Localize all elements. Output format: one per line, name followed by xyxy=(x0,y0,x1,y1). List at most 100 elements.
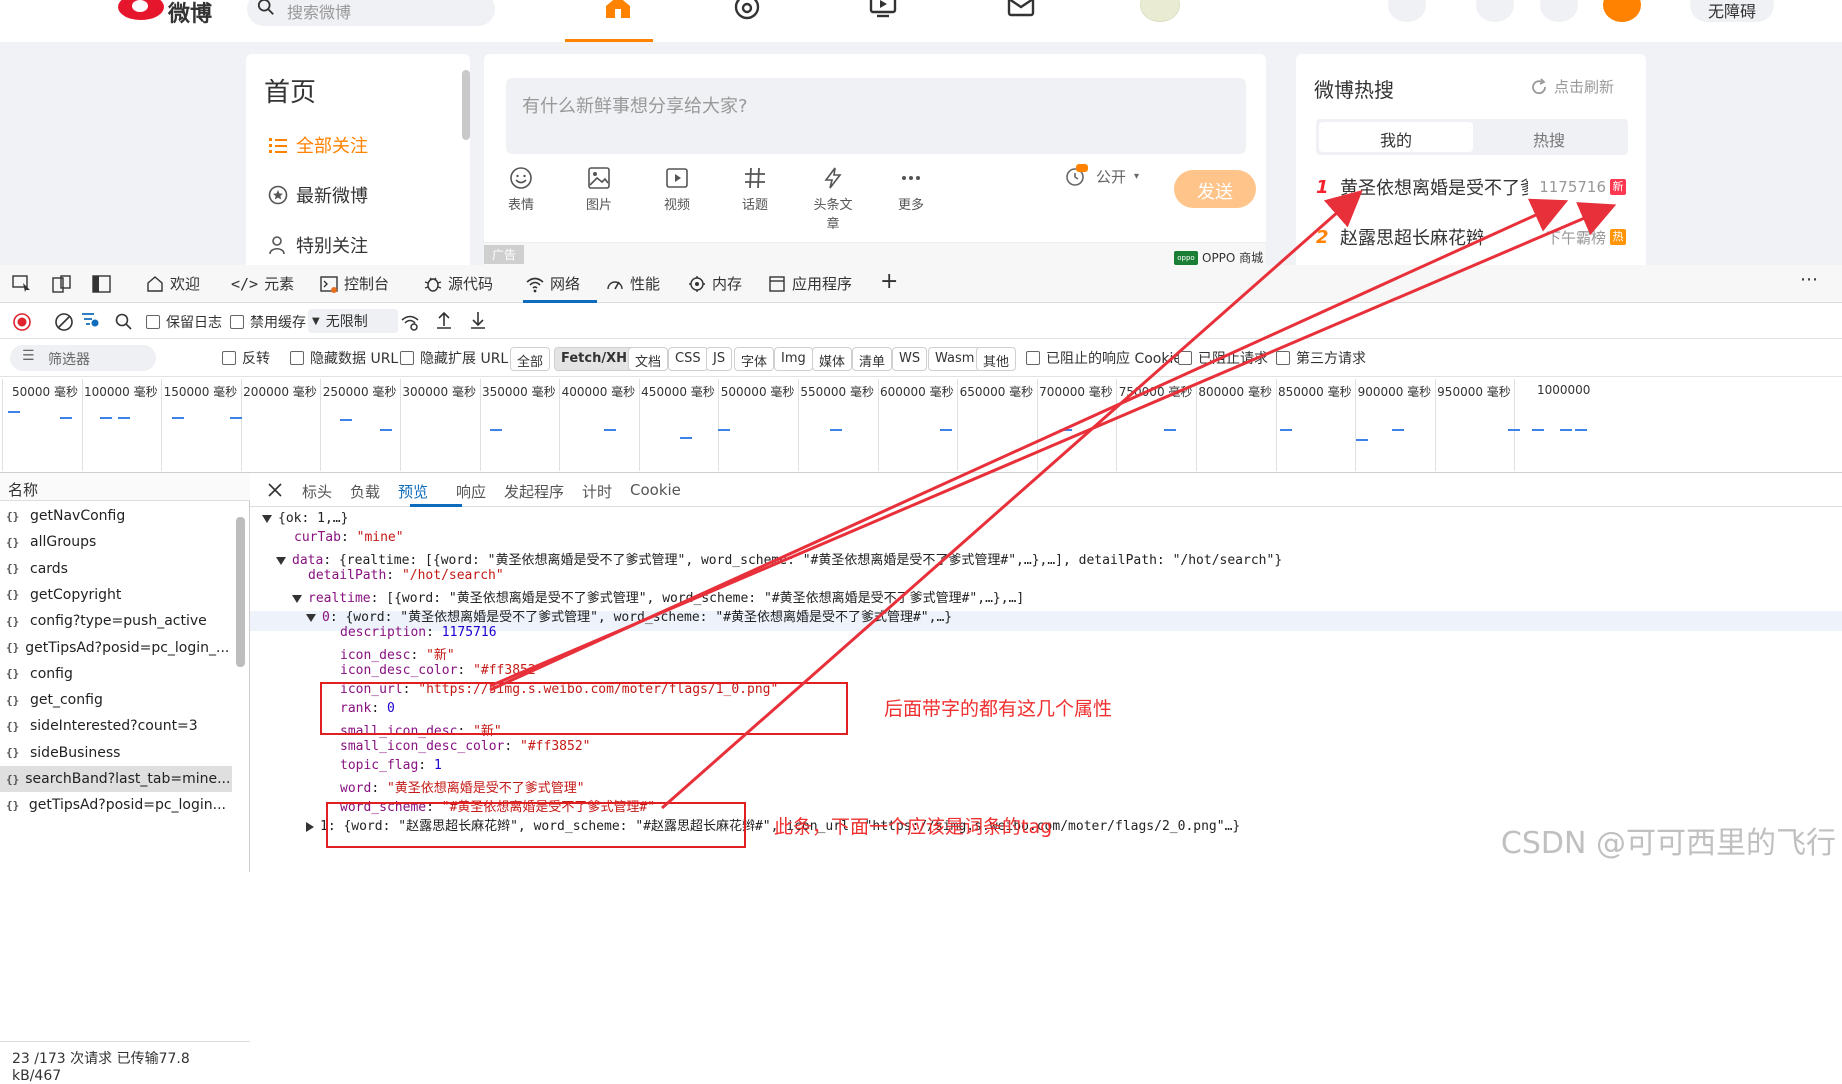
sidebar-item-special[interactable]: 特别关注 xyxy=(268,232,368,258)
type-filter-manifest[interactable]: 清单 xyxy=(852,347,893,371)
tab-memory[interactable]: 内存 xyxy=(688,273,742,294)
inspect-icon[interactable] xyxy=(12,275,32,293)
checkbox[interactable] xyxy=(1178,351,1192,365)
tab-response[interactable]: 响应 xyxy=(456,481,486,502)
dock-side-icon[interactable] xyxy=(92,275,112,293)
request-row[interactable]: {} cards xyxy=(0,556,232,582)
type-filter-img[interactable]: Img xyxy=(774,347,813,371)
json-data-row[interactable]: data: {realtime: [{word: "黄圣依想离婚是受不了爹式管理… xyxy=(276,549,1282,568)
throttle-select[interactable]: ▼ 无限制 xyxy=(308,309,398,333)
type-filter-css[interactable]: CSS xyxy=(668,347,708,371)
home-icon[interactable] xyxy=(603,0,633,20)
image-tool[interactable]: 图片 xyxy=(576,166,622,213)
filter-input[interactable]: ☰ 筛选器 xyxy=(10,345,156,371)
compose-button[interactable] xyxy=(1603,0,1641,22)
avatar[interactable] xyxy=(1140,0,1180,22)
emoji-tool[interactable]: 表情 xyxy=(498,166,544,213)
request-row[interactable]: {} getCopyright xyxy=(0,582,232,608)
tab-network[interactable]: 网络 xyxy=(526,273,580,294)
ad-banner[interactable]: 广告 oppo OPPO 商城 xyxy=(484,242,1266,265)
third-party-checkbox[interactable]: 第三方请求 xyxy=(1276,348,1366,368)
type-filter-doc[interactable]: 文档 xyxy=(628,347,669,371)
request-row[interactable]: {} searchBand?last_tab=mine... xyxy=(0,766,232,792)
checkbox[interactable] xyxy=(400,351,414,365)
request-row[interactable]: {} config xyxy=(0,661,232,687)
gear-icon[interactable] xyxy=(1476,0,1514,22)
sidebar-item-latest[interactable]: 最新微博 xyxy=(268,182,368,208)
send-button[interactable]: 发送 xyxy=(1174,170,1256,208)
type-filter-all[interactable]: 全部 xyxy=(510,347,551,371)
sidebar-scrollbar[interactable] xyxy=(462,70,470,140)
tab-initiator[interactable]: 发起程序 xyxy=(504,481,564,502)
preserve-log-checkbox[interactable]: 保留日志 xyxy=(146,312,222,332)
json-realtime-row[interactable]: realtime: [{word: "黄圣依想离婚是受不了爹式管理", word… xyxy=(292,587,1024,606)
request-list-scrollbar[interactable] xyxy=(236,517,245,667)
tab-preview[interactable]: 预览 xyxy=(398,481,428,502)
hide-data-urls-checkbox[interactable]: 隐藏数据 URL xyxy=(290,348,398,368)
filter-settings-icon[interactable] xyxy=(80,310,100,330)
upload-icon[interactable] xyxy=(434,310,454,330)
more-options-icon[interactable]: ⋯ xyxy=(1800,269,1818,290)
request-list-header[interactable]: 名称 xyxy=(0,473,250,501)
request-row[interactable]: {} getNavConfig xyxy=(0,503,232,529)
hide-ext-urls-checkbox[interactable]: 隐藏扩展 URL xyxy=(400,348,508,368)
type-filter-wasm[interactable]: Wasm xyxy=(928,347,982,371)
moon-icon[interactable] xyxy=(1540,0,1578,22)
topic-tool[interactable]: 话题 xyxy=(732,166,778,213)
checkbox[interactable] xyxy=(222,351,236,365)
request-row[interactable]: {} getTipsAd?posid=pc_login... xyxy=(0,792,232,818)
type-filter-ws[interactable]: WS xyxy=(892,347,928,371)
type-filter-font[interactable]: 字体 xyxy=(734,347,775,371)
tab-elements[interactable]: </> 元素 xyxy=(231,273,294,294)
type-filter-js[interactable]: JS xyxy=(706,347,733,371)
refresh-button[interactable]: 点击刷新 xyxy=(1530,76,1614,97)
hot-item[interactable]: 1 黄圣依想离婚是受不了爹式管理 1175716 新 xyxy=(1316,174,1636,200)
request-row[interactable]: {} get_config xyxy=(0,687,232,713)
message-icon[interactable] xyxy=(1006,0,1036,20)
tab-timing[interactable]: 计时 xyxy=(582,481,612,502)
visibility-select[interactable]: 公开 ▾ xyxy=(1064,164,1139,188)
type-filter-media[interactable]: 媒体 xyxy=(812,347,853,371)
tv-icon[interactable] xyxy=(868,0,898,20)
request-row[interactable]: {} config?type=push_active xyxy=(0,608,232,634)
json-item0-row[interactable]: 0: {word: "黄圣依想离婚是受不了爹式管理", word_scheme:… xyxy=(306,606,952,625)
type-filter-other[interactable]: 其他 xyxy=(976,347,1017,371)
tab-headers[interactable]: 标头 xyxy=(302,481,332,502)
tab-console[interactable]: 控制台 xyxy=(320,273,389,294)
request-row[interactable]: {} getTipsAd?posid=pc_login_... xyxy=(0,635,232,661)
tab-application[interactable]: 应用程序 xyxy=(768,273,852,294)
add-tab-icon[interactable]: + xyxy=(880,269,898,294)
device-toolbar-icon[interactable] xyxy=(52,275,72,293)
search-box[interactable]: 搜索微博 xyxy=(247,0,495,26)
request-row[interactable]: {} allGroups xyxy=(0,529,232,555)
tab-performance[interactable]: 性能 xyxy=(606,273,660,294)
request-row[interactable]: {} sideInterested?count=3 xyxy=(0,713,232,739)
checkbox[interactable] xyxy=(230,315,244,329)
clear-icon[interactable] xyxy=(54,312,74,332)
user-name-button[interactable]: 无障碍 xyxy=(1690,0,1774,22)
checkbox[interactable] xyxy=(1276,351,1290,365)
tab-sources[interactable]: 源代码 xyxy=(424,273,493,294)
tab-mine[interactable]: 我的 xyxy=(1319,122,1473,152)
article-tool[interactable]: 头条文章 xyxy=(810,166,856,232)
network-timeline-overview[interactable]: 50000 毫秒 100000 毫秒 150000 毫秒 200000 毫秒 25000… xyxy=(0,377,1842,473)
blocked-requests-checkbox[interactable]: 已阻止请求 xyxy=(1178,348,1268,368)
compose-input[interactable]: 有什么新鲜事想分享给大家? xyxy=(506,78,1246,154)
checkbox[interactable] xyxy=(146,315,160,329)
network-conditions-icon[interactable] xyxy=(400,312,420,332)
game-icon[interactable] xyxy=(1388,0,1426,22)
search-icon[interactable] xyxy=(114,312,134,332)
download-icon[interactable] xyxy=(468,310,488,330)
tab-payload[interactable]: 负载 xyxy=(350,481,380,502)
video-loop-icon[interactable] xyxy=(732,0,762,20)
json-root[interactable]: {ok: 1,…} xyxy=(262,511,348,526)
weibo-logo[interactable]: 微博 xyxy=(118,0,228,27)
invert-checkbox[interactable]: 反转 xyxy=(222,348,270,368)
disable-cache-checkbox[interactable]: 禁用缓存 xyxy=(230,312,306,332)
hot-item[interactable]: 2 赵露思超长麻花辫 下午霸榜 热 xyxy=(1316,224,1636,250)
blocked-cookies-checkbox[interactable]: 已阻止的响应 Cookie xyxy=(1026,348,1182,368)
more-tool[interactable]: 更多 xyxy=(888,166,934,213)
checkbox[interactable] xyxy=(290,351,304,365)
tab-hot[interactable]: 热搜 xyxy=(1472,122,1626,152)
sidebar-item-all-following[interactable]: 全部关注 xyxy=(268,132,368,158)
